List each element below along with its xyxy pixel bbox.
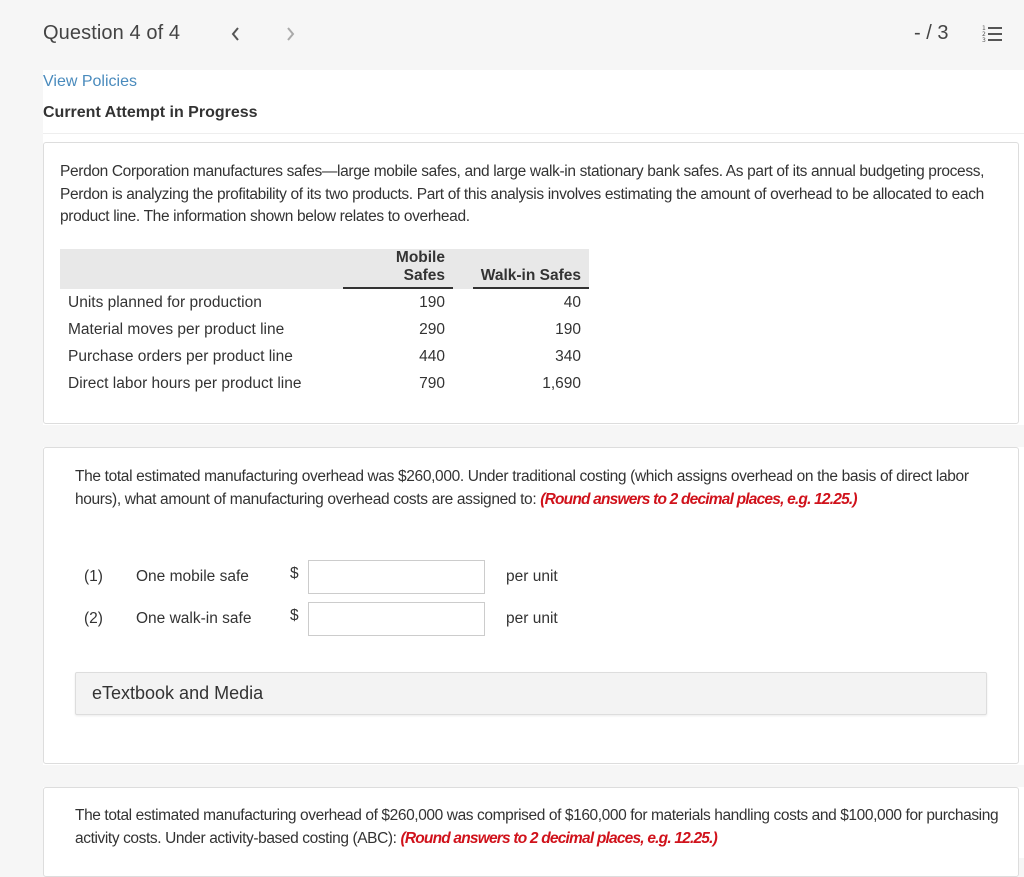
walkin-safe-overhead-input[interactable]	[308, 602, 485, 636]
row-label: Material moves per product line	[68, 320, 285, 338]
svg-text:3: 3	[982, 37, 986, 44]
table-header-mobile: Mobile Safes	[343, 249, 453, 289]
walkin-safes-header: Walk-in Safes	[472, 267, 589, 289]
row-label: Purchase orders per product line	[68, 347, 293, 365]
part1-question: The total estimated manufacturing overhe…	[75, 466, 985, 511]
numbered-list-icon: 1 2 3	[982, 25, 1002, 44]
panel-gap	[43, 425, 1024, 447]
table-row: Purchase orders per product line 440 340	[60, 343, 589, 370]
previous-question-button[interactable]	[224, 20, 248, 48]
mobile-value: 440	[419, 347, 445, 365]
table-header-walkin: Walk-in Safes	[453, 249, 589, 289]
table-row: Units planned for production 190 40	[60, 289, 589, 316]
walkin-value: 1,690	[542, 374, 581, 392]
currency-symbol: $	[290, 607, 299, 624]
score-display: - / 3	[914, 22, 949, 44]
unit-label: per unit	[506, 568, 558, 585]
rounding-note: (Round answers to 2 decimal places, e.g.…	[540, 490, 857, 508]
currency-symbol: $	[290, 565, 299, 582]
question-list-button[interactable]: 1 2 3	[982, 24, 1004, 44]
walkin-value: 340	[555, 347, 581, 365]
chevron-left-icon	[231, 27, 239, 41]
part1-panel: The total estimated manufacturing overhe…	[43, 447, 1019, 764]
view-policies-link[interactable]: View Policies	[43, 73, 137, 91]
mobile-safes-header: Mobile Safes	[343, 249, 453, 289]
table-header-row: Mobile Safes Walk-in Safes	[60, 249, 589, 289]
divider	[43, 133, 1024, 134]
answer-number: (2)	[84, 610, 103, 627]
table-row: Material moves per product line 290 190	[60, 316, 589, 343]
part2-question: The total estimated manufacturing overhe…	[75, 805, 1005, 850]
attempt-status: Current Attempt in Progress	[43, 104, 258, 121]
table-header-blank	[60, 249, 343, 289]
mobile-value: 190	[419, 293, 445, 311]
table-row: Direct labor hours per product line 790 …	[60, 370, 589, 397]
question-content: View Policies Current Attempt in Progres…	[43, 70, 1024, 877]
panel-gap	[43, 765, 1024, 787]
question-header: Question 4 of 4 - / 3 1 2 3	[0, 0, 1024, 70]
mobile-safe-overhead-input[interactable]	[308, 560, 485, 594]
etextbook-media-button[interactable]: eTextbook and Media	[75, 672, 987, 715]
rounding-note: (Round answers to 2 decimal places, e.g.…	[400, 829, 717, 847]
walkin-value: 190	[555, 320, 581, 338]
row-label: Direct labor hours per product line	[68, 374, 302, 392]
part2-panel: The total estimated manufacturing overhe…	[43, 787, 1019, 877]
row-label: Units planned for production	[68, 293, 262, 311]
overhead-table: Mobile Safes Walk-in Safes Units planned…	[60, 249, 589, 397]
problem-panel: Perdon Corporation manufactures safes—la…	[43, 142, 1019, 424]
question-counter: Question 4 of 4	[43, 22, 181, 44]
mobile-value: 290	[419, 320, 445, 338]
chevron-right-icon	[287, 27, 295, 41]
mobile-value: 790	[419, 374, 445, 392]
problem-intro: Perdon Corporation manufactures safes—la…	[60, 163, 985, 225]
answer-label: One walk-in safe	[136, 610, 252, 627]
walkin-value: 40	[563, 293, 581, 311]
answer-label: One mobile safe	[136, 568, 249, 585]
answer-number: (1)	[84, 568, 103, 585]
unit-label: per unit	[506, 610, 558, 627]
next-question-button[interactable]	[278, 20, 302, 48]
